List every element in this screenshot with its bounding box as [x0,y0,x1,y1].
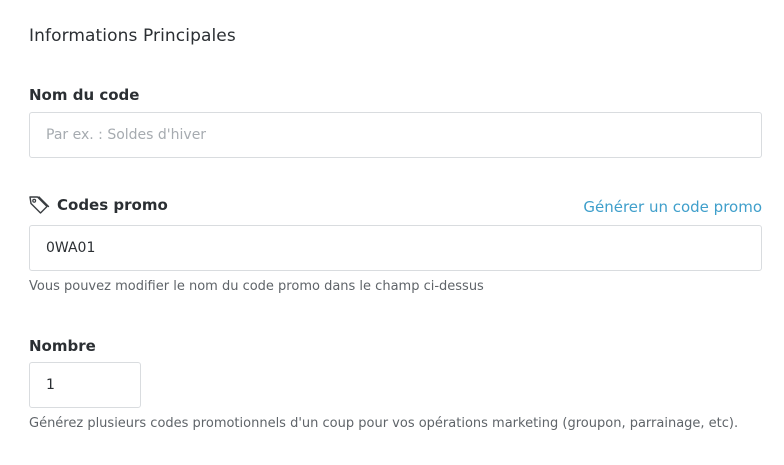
promo-code-form: Informations Principales Nom du code Cod… [0,0,784,465]
promo-codes-label: Codes promo [57,196,168,214]
code-name-input[interactable] [29,112,762,158]
code-name-label: Nom du code [29,86,140,104]
promo-code-input[interactable] [29,225,762,271]
section-title: Informations Principales [29,26,236,46]
promo-code-help-text: Vous pouvez modifier le nom du code prom… [29,279,484,294]
generate-code-link[interactable]: Générer un code promo [583,198,762,216]
tag-icon [29,196,50,214]
quantity-label: Nombre [29,337,96,355]
quantity-input[interactable] [29,362,141,408]
quantity-help-text: Générez plusieurs codes promotionnels d'… [29,416,739,431]
